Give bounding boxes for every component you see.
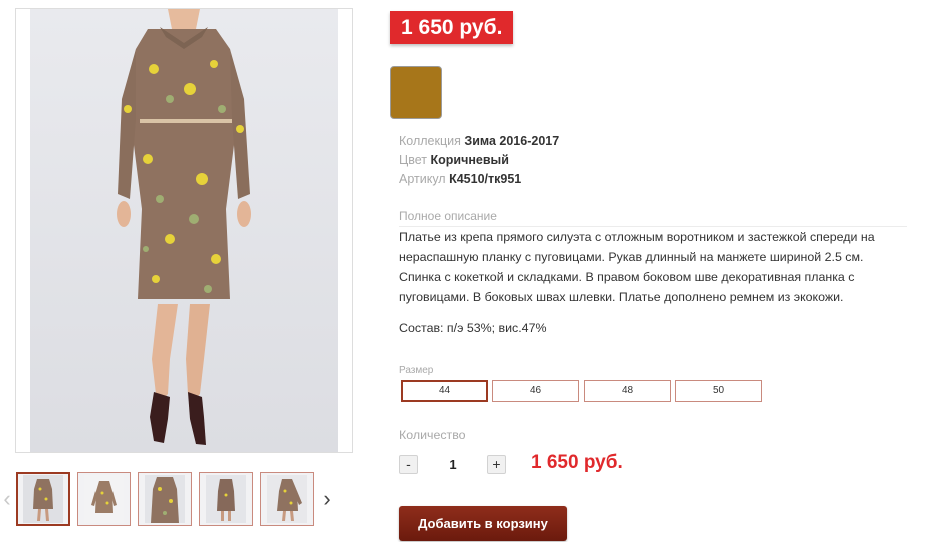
description-text: Платье из крепа прямого силуэта с отложн…	[399, 227, 909, 307]
thumbnail-3[interactable]	[138, 472, 192, 526]
thumbnail-dress-image	[84, 475, 124, 523]
thumbnail-dress-image	[206, 475, 246, 523]
description-line: Спинка с кокеткой и складками. В правом …	[399, 270, 855, 284]
spec-label: Цвет	[399, 153, 428, 167]
spec-collection: Коллекция Зима 2016-2017	[399, 132, 559, 151]
add-to-cart-button[interactable]: Добавить в корзину	[399, 506, 567, 541]
quantity-increase-button[interactable]: +	[487, 455, 506, 474]
spec-article: Артикул К4510/тк951	[399, 170, 559, 189]
thumbnail-next-arrow-icon[interactable]: ›	[320, 488, 334, 510]
thumbnail-strip: ‹ ›	[0, 472, 360, 528]
spec-value: Коричневый	[430, 153, 509, 167]
thumbnail-1[interactable]	[16, 472, 70, 526]
quantity-decrease-button[interactable]: -	[399, 455, 418, 474]
description-title: Полное описание	[399, 209, 497, 223]
thumbnail-dress-image	[267, 475, 307, 523]
main-product-photo-frame	[15, 8, 353, 453]
spec-color: Цвет Коричневый	[399, 151, 559, 170]
spec-label: Артикул	[399, 172, 446, 186]
main-product-photo[interactable]	[30, 9, 338, 452]
size-option-46[interactable]: 46	[492, 380, 579, 402]
description-line: Платье из крепа прямого силуэта с отложн…	[399, 230, 875, 244]
quantity-input[interactable]: 1	[440, 456, 466, 474]
composition-text: Состав: п/э 53%; вис.47%	[399, 321, 547, 335]
thumbnail-dress-image	[145, 475, 185, 523]
spec-value: Зима 2016-2017	[464, 134, 560, 148]
thumbnail-dress-image	[23, 475, 63, 523]
description-line: пуговицами. В боковых швах шлевки. Плать…	[399, 290, 844, 304]
spec-label: Коллекция	[399, 134, 461, 148]
dress-model-image	[117, 9, 251, 445]
total-price: 1 650 руб.	[531, 452, 623, 473]
size-option-50[interactable]: 50	[675, 380, 762, 402]
thumbnail-2[interactable]	[77, 472, 131, 526]
price-badge: 1 650 руб.	[390, 11, 514, 44]
product-specs: Коллекция Зима 2016-2017 Цвет Коричневый…	[399, 132, 559, 189]
size-option-48[interactable]: 48	[584, 380, 671, 402]
quantity-label: Количество	[399, 428, 466, 442]
spec-value: К4510/тк951	[449, 172, 522, 186]
thumbnail-4[interactable]	[199, 472, 253, 526]
thumbnail-5[interactable]	[260, 472, 314, 526]
description-line: нераспашную планку с пуговицами. Рукав д…	[399, 250, 864, 264]
size-label: Размер	[399, 365, 434, 376]
color-swatch[interactable]	[390, 66, 442, 119]
size-option-44[interactable]: 44	[401, 380, 488, 402]
thumbnail-prev-arrow-icon[interactable]: ‹	[0, 488, 14, 510]
